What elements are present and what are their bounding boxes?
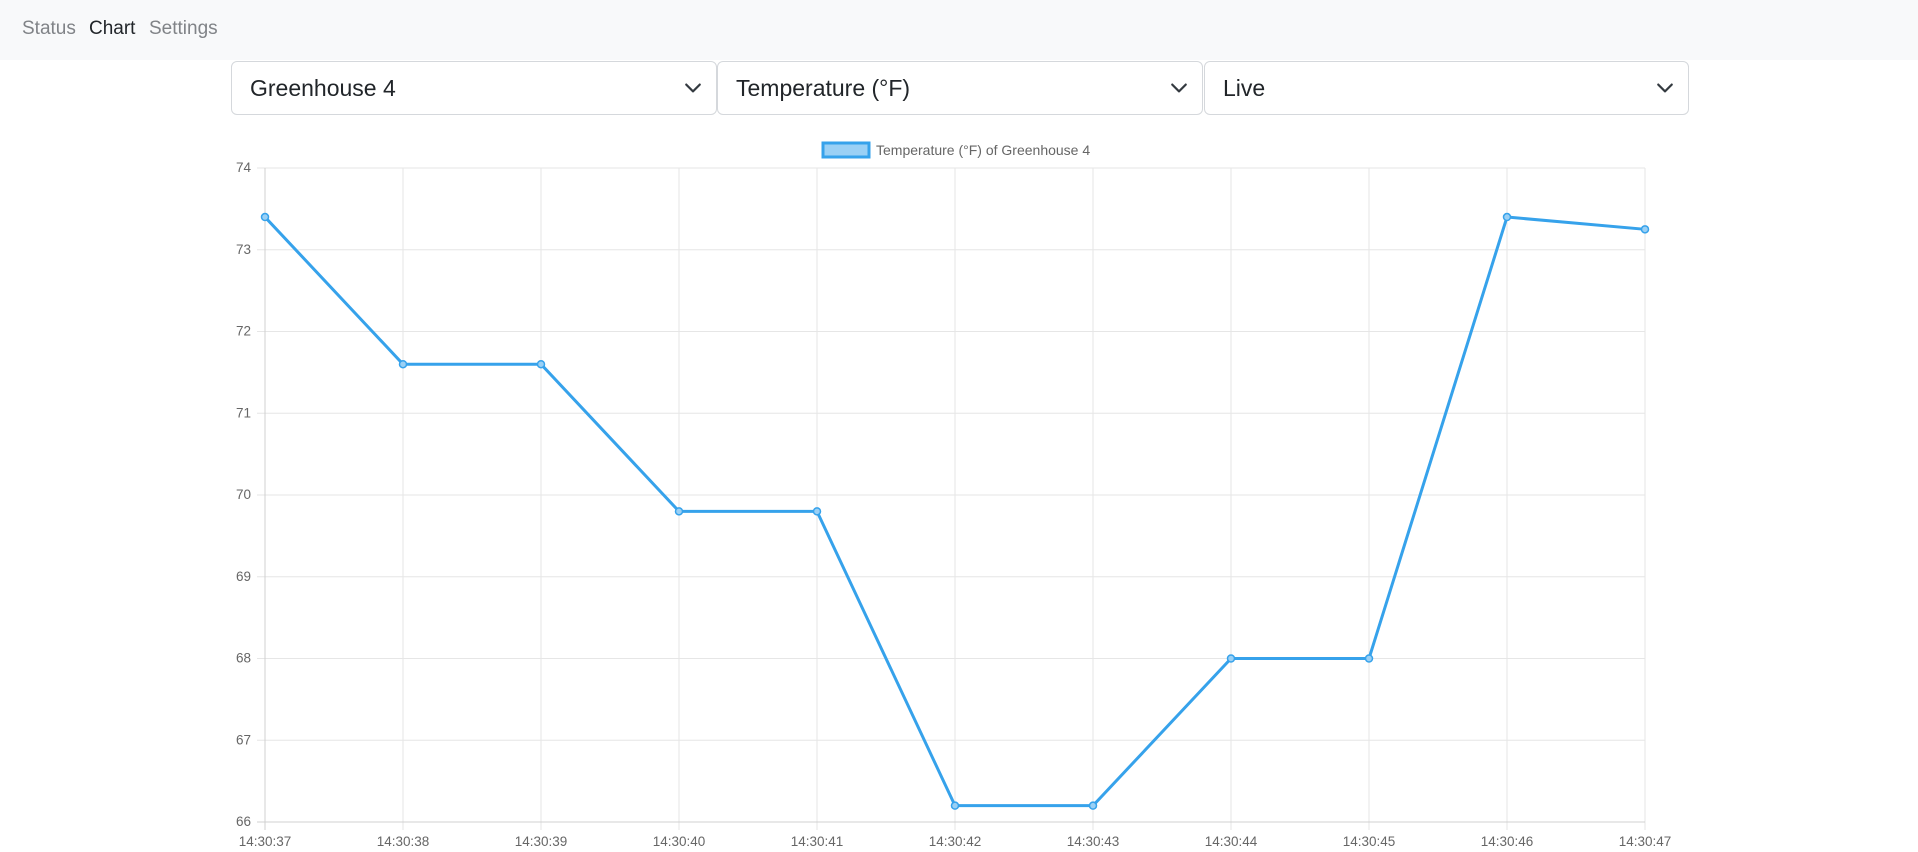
x-tick-label: 14:30:37 (239, 834, 292, 849)
x-tick-label: 14:30:47 (1619, 834, 1672, 849)
y-tick-label: 70 (236, 487, 251, 502)
y-tick-label: 73 (236, 242, 251, 257)
x-tick-label: 14:30:42 (929, 834, 982, 849)
y-tick-label: 66 (236, 814, 251, 829)
chart-grid (257, 167, 1646, 830)
data-point[interactable] (1088, 801, 1098, 810)
data-point[interactable] (398, 359, 408, 369)
x-tick-label: 14:30:46 (1481, 834, 1534, 849)
y-tick-label: 74 (236, 160, 252, 175)
nav-status-link[interactable]: Status (22, 18, 76, 40)
temperature-line-chart: Temperature (°F) of Greenhouse 4 7473727… (236, 141, 1672, 849)
nav-chart-link[interactable]: Chart (89, 18, 135, 40)
legend-swatch[interactable] (821, 141, 871, 159)
x-tick-label: 14:30:43 (1067, 834, 1120, 849)
chevron-down-icon (685, 83, 701, 93)
data-point[interactable] (1364, 654, 1374, 663)
nav-settings-link[interactable]: Settings (149, 18, 218, 40)
data-point[interactable] (1226, 654, 1236, 663)
x-tick-label: 14:30:45 (1343, 834, 1396, 849)
range-select-value: Live (1223, 75, 1266, 101)
chevron-down-icon (1657, 83, 1673, 93)
x-tick-label: 14:30:40 (653, 834, 706, 849)
y-tick-label: 72 (236, 324, 251, 339)
y-tick-label: 71 (236, 405, 251, 420)
metric-select[interactable]: Temperature (°F) (717, 61, 1203, 115)
x-tick-label: 14:30:41 (791, 834, 844, 849)
data-point[interactable] (1502, 212, 1512, 222)
y-axis-ticks: 74 73 72 71 70 69 68 67 66 (236, 160, 252, 829)
y-tick-label: 67 (236, 732, 251, 747)
chart-legend: Temperature (°F) of Greenhouse 4 (821, 141, 1090, 159)
top-navbar: Status Chart Settings (0, 0, 1918, 60)
x-tick-label: 14:30:44 (1205, 834, 1258, 849)
data-point[interactable] (812, 507, 822, 516)
metric-select-value: Temperature (°F) (736, 75, 911, 101)
data-point[interactable] (536, 359, 546, 369)
location-select-value: Greenhouse 4 (250, 75, 396, 101)
x-tick-label: 14:30:38 (377, 834, 430, 849)
legend-label: Temperature (°F) of Greenhouse 4 (876, 142, 1090, 158)
data-point[interactable] (260, 212, 270, 222)
x-tick-label: 14:30:39 (515, 834, 568, 849)
x-axis-ticks: 14:30:37 14:30:38 14:30:39 14:30:40 14:30:41… (239, 834, 1672, 849)
y-tick-label: 68 (236, 651, 251, 666)
location-select[interactable]: Greenhouse 4 (231, 61, 717, 115)
range-select[interactable]: Live (1204, 61, 1689, 115)
y-tick-label: 69 (236, 569, 251, 584)
data-point[interactable] (1640, 225, 1650, 234)
chevron-down-icon (1171, 83, 1187, 93)
data-point[interactable] (674, 507, 684, 516)
data-point[interactable] (950, 801, 960, 810)
